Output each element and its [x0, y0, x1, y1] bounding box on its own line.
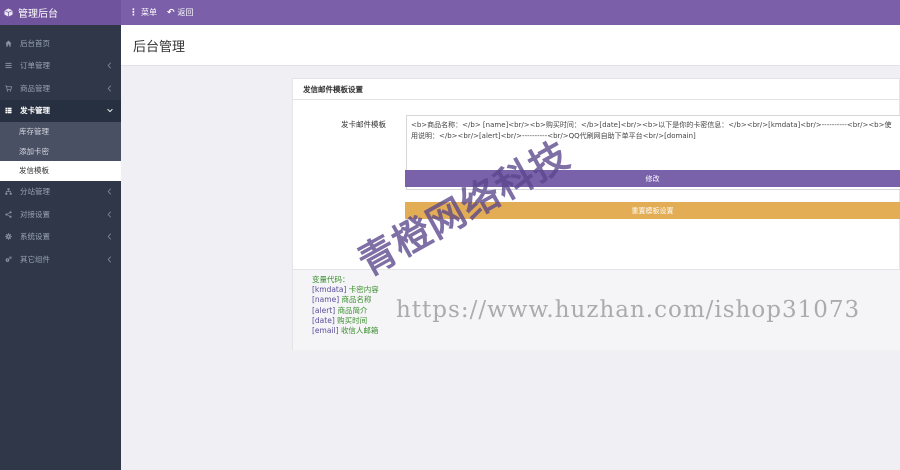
sidebar-item-system[interactable]: 系统设置 — [0, 226, 121, 249]
back-button[interactable]: ↶ 返回 — [167, 7, 194, 18]
sidebar-item-orders[interactable]: 订单管理 — [0, 55, 121, 78]
cube-icon — [4, 8, 13, 17]
main-content: 后台管理 发信邮件模板设置 发卡邮件模板 <b>商品名称：</b> [name]… — [121, 25, 900, 470]
top-nav: ⋮ 菜单 ↶ 返回 — [121, 7, 204, 18]
variable-key: [date] — [312, 315, 335, 325]
sidebar-subitem-label: 库存管理 — [19, 127, 49, 137]
sidebar-subitem-mail-template[interactable]: 发信模板 — [0, 161, 121, 181]
chevron-left-icon — [107, 61, 113, 71]
sidebar-item-label: 其它组件 — [20, 254, 50, 264]
sidebar-item-substations[interactable]: 分站管理 — [0, 181, 121, 204]
variable-desc: 收信人邮箱 — [340, 326, 379, 336]
home-icon — [4, 39, 13, 48]
chevron-left-icon — [107, 232, 113, 242]
brand[interactable]: 管理后台 — [0, 0, 121, 25]
variable-row: [kmdata] 卡密内容 — [312, 285, 900, 295]
sidebar-item-docking[interactable]: 对接设置 — [0, 203, 121, 226]
chevron-left-icon — [107, 209, 113, 219]
sidebar-item-label: 发卡管理 — [20, 106, 50, 116]
page-header: 后台管理 — [121, 25, 900, 66]
sidebar-subitem-stock[interactable]: 库存管理 — [0, 122, 121, 142]
gear-icon — [4, 232, 13, 241]
top-bar: 管理后台 ⋮ 菜单 ↶ 返回 — [0, 0, 900, 25]
menu-icon: ⋮ — [129, 7, 138, 18]
variable-row: [date] 购买时间 — [312, 316, 900, 326]
chevron-left-icon — [107, 83, 113, 93]
sidebar-subitem-label: 发信模板 — [19, 166, 49, 176]
variable-row: [name] 商品名称 — [312, 295, 900, 305]
list-icon — [4, 61, 13, 70]
chevron-left-icon — [107, 187, 113, 197]
sidebar-item-label: 商品管理 — [20, 83, 50, 93]
sidebar-item-cards[interactable]: 发卡管理 — [0, 99, 121, 122]
variable-row: [alert] 商品简介 — [312, 306, 900, 316]
variable-desc: 购买时间 — [337, 315, 368, 325]
back-label: 返回 — [177, 8, 194, 17]
save-template-button[interactable]: 修改 — [405, 170, 900, 187]
panel-title: 发信邮件模板设置 — [293, 79, 899, 100]
sidebar-item-label: 系统设置 — [20, 232, 50, 242]
chevron-left-icon — [107, 254, 113, 264]
sidebar-item-goods[interactable]: 商品管理 — [0, 77, 121, 100]
chevron-down-icon — [107, 106, 113, 116]
sidebar-item-other[interactable]: 其它组件 — [0, 248, 121, 271]
sidebar-item-label: 分站管理 — [20, 187, 50, 197]
menu-label: 菜单 — [141, 8, 157, 17]
page-title: 后台管理 — [133, 39, 186, 55]
variable-key: [kmdata] — [312, 285, 347, 295]
variable-desc: 商品名称 — [341, 295, 372, 305]
variable-key: [name] — [312, 295, 340, 305]
menu-button[interactable]: ⋮ 菜单 — [129, 7, 157, 18]
share-icon — [4, 210, 13, 219]
cart-icon — [4, 84, 13, 93]
sidebar-item-home[interactable]: 后台首页 — [0, 32, 121, 55]
back-arrow-icon: ↶ — [167, 7, 175, 18]
sidebar-item-label: 订单管理 — [20, 61, 50, 71]
sidebar-subitem-label: 添加卡密 — [19, 146, 49, 156]
sidebar-submenu-cards: 库存管理 添加卡密 发信模板 — [0, 122, 121, 181]
variable-key: [alert] — [312, 305, 336, 315]
template-field-label: 发卡邮件模板 — [341, 120, 386, 129]
variable-codes-title: 变量代码： — [312, 275, 350, 284]
reset-template-button[interactable]: 重置模板设置 — [405, 202, 900, 219]
variable-desc: 商品简介 — [337, 305, 368, 315]
sidebar-subitem-add-card[interactable]: 添加卡密 — [0, 142, 121, 162]
gears-icon — [4, 255, 13, 264]
variable-row: [email] 收信人邮箱 — [312, 326, 900, 336]
variable-desc: 卡密内容 — [348, 285, 379, 295]
brand-title: 管理后台 — [18, 9, 58, 20]
sitemap-icon — [4, 187, 13, 196]
grid-icon — [4, 106, 13, 115]
sidebar-item-label: 后台首页 — [20, 38, 50, 48]
variable-key: [email] — [312, 326, 339, 336]
sidebar: 后台首页 订单管理 商品管理 发卡管理 库存管理 添加卡密 发信模板 分站管理 … — [0, 25, 121, 470]
variable-codes: 变量代码： [kmdata] 卡密内容 [name] 商品名称 [alert] … — [293, 269, 900, 350]
sidebar-item-label: 对接设置 — [20, 209, 50, 219]
